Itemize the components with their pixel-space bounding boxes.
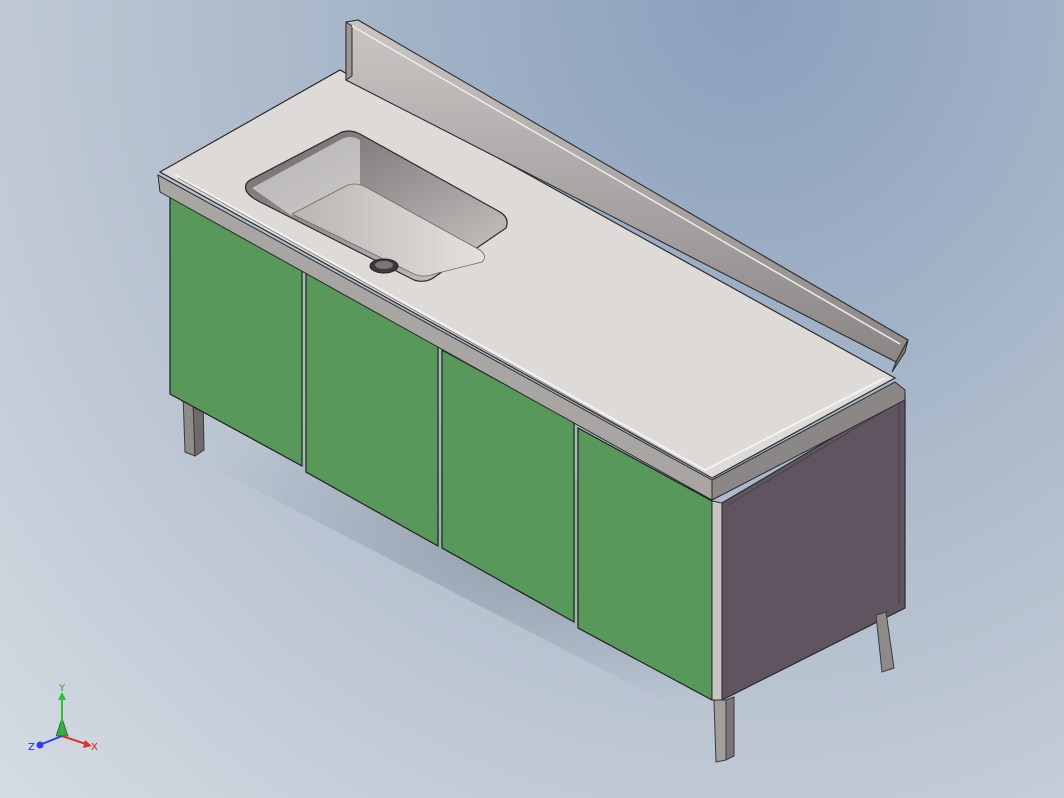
y-axis-label: Y <box>58 683 66 694</box>
leg-front-right <box>713 699 727 763</box>
orientation-triad[interactable]: Y X Z <box>22 682 112 762</box>
z-axis-label: Z <box>28 742 35 753</box>
z-axis-line <box>41 735 63 745</box>
model-view[interactable] <box>0 0 1064 798</box>
z-axis-arrow <box>36 741 44 749</box>
cad-viewport[interactable]: Y X Z <box>0 0 1064 798</box>
x-axis-label: X <box>91 742 98 753</box>
x-axis-line <box>61 735 87 745</box>
